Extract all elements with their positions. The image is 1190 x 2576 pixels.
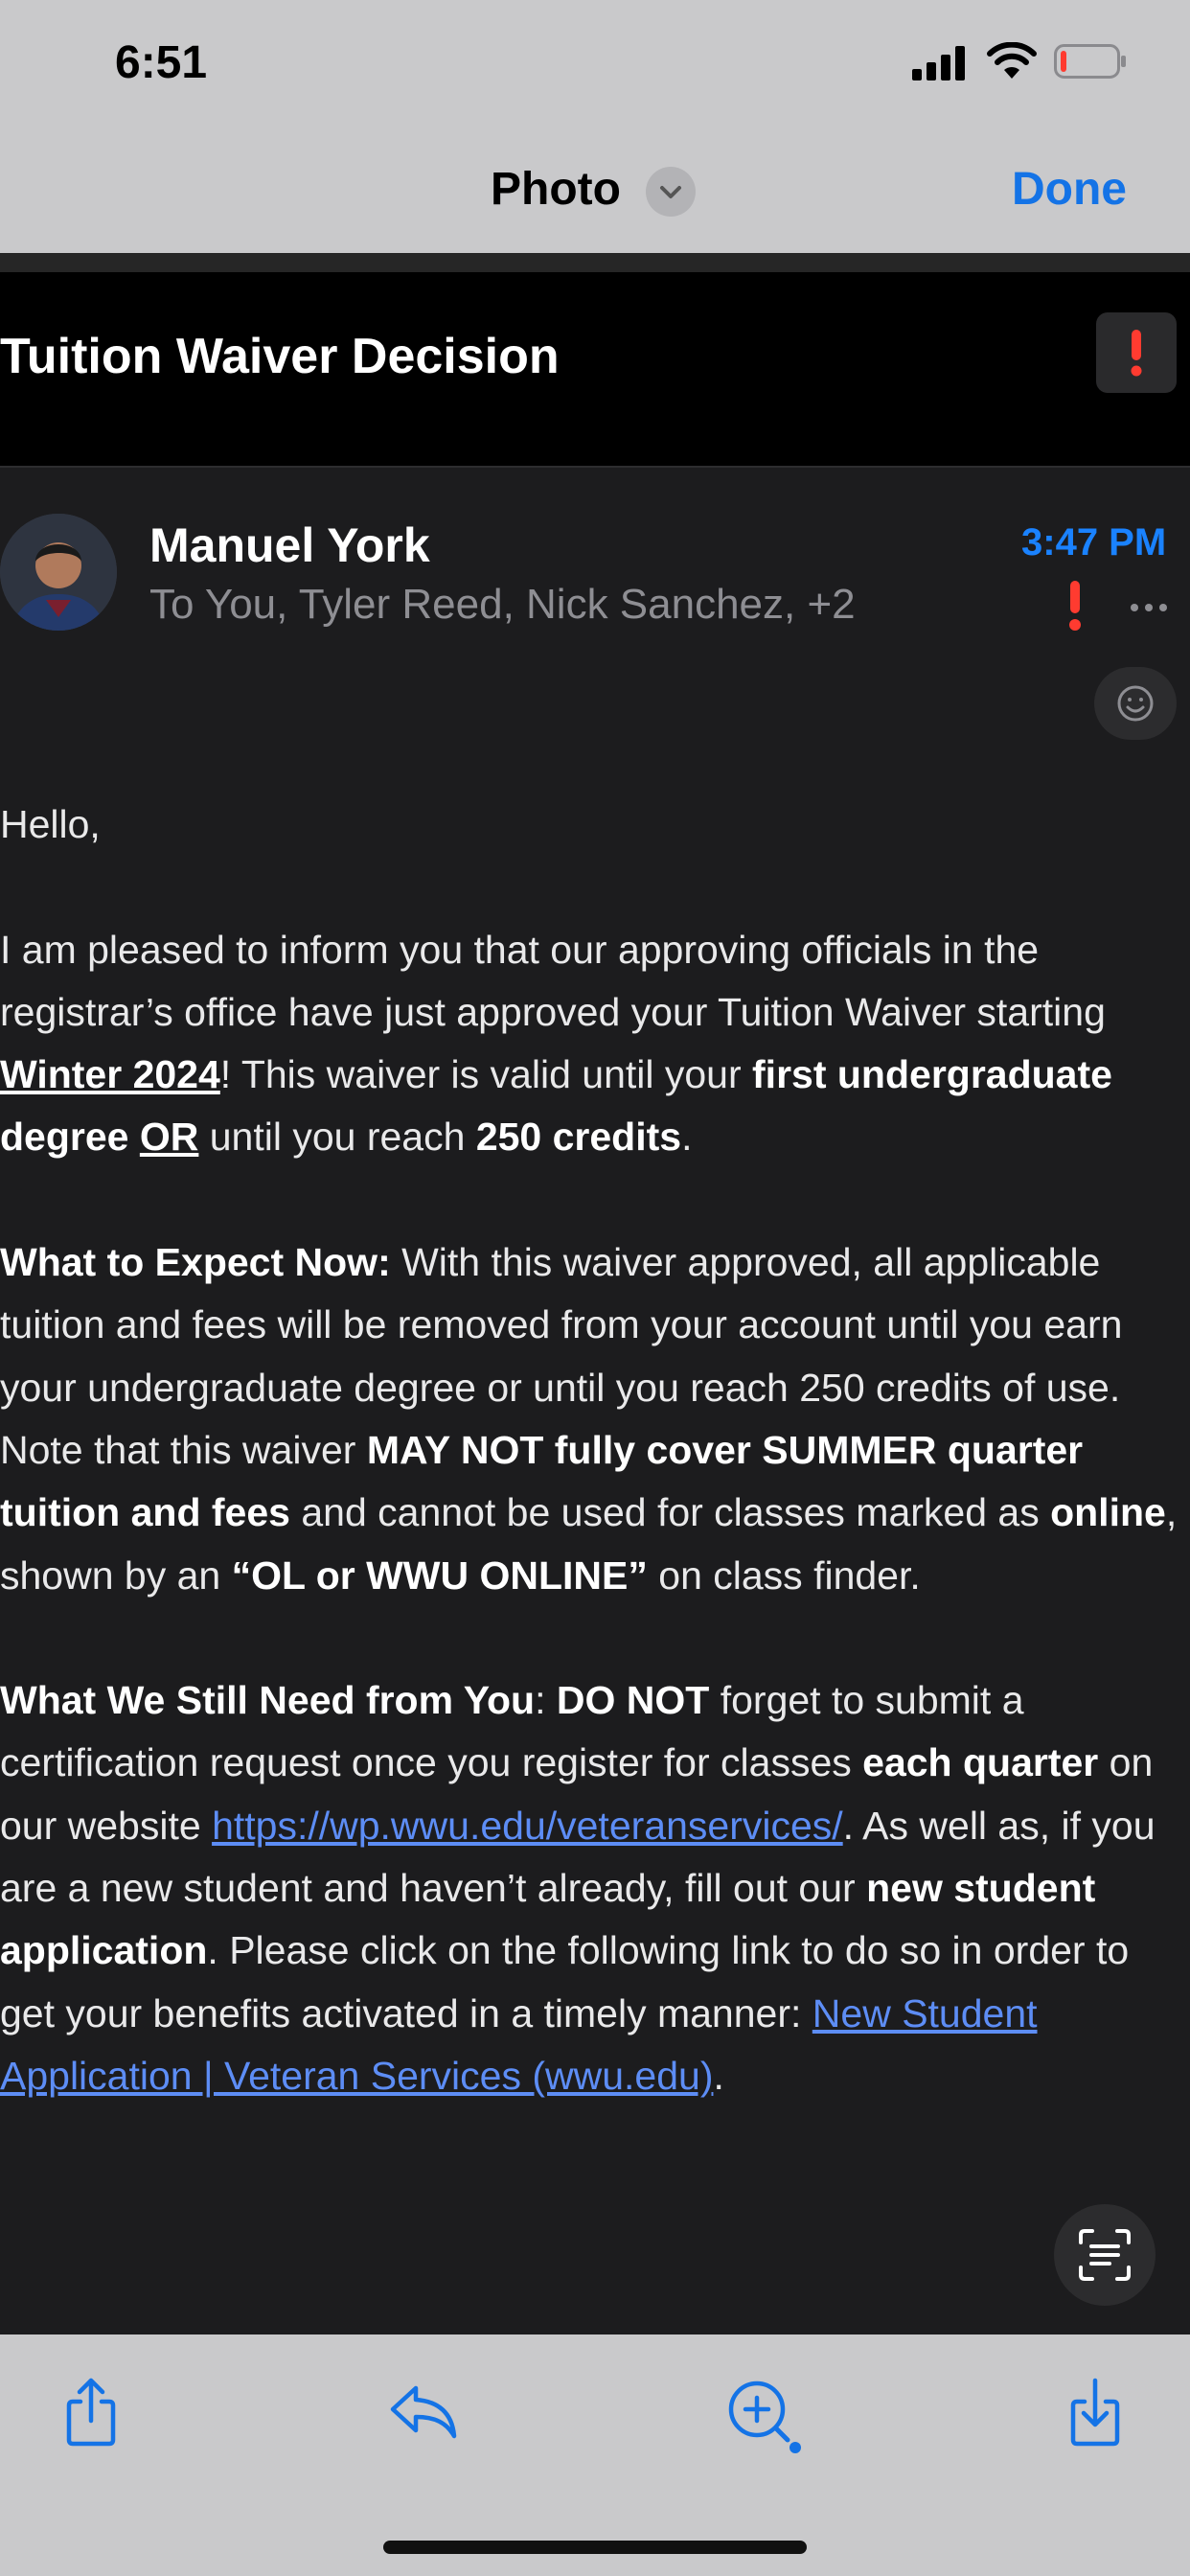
credits-text: 250 credits	[475, 1115, 682, 1160]
exclamation-icon	[1062, 579, 1088, 632]
each-quarter-text: each quarter	[862, 1740, 1099, 1785]
exclamation-icon	[1131, 330, 1142, 377]
more-icon	[1129, 602, 1169, 613]
text-span: :	[535, 1678, 557, 1723]
text-span	[128, 1115, 139, 1159]
reaction-button	[1094, 667, 1177, 740]
photo-top-edge	[0, 253, 1190, 272]
text-span: ! This waiver is valid until your	[219, 1052, 753, 1097]
smiley-icon	[1117, 685, 1154, 722]
text-span: .	[681, 1115, 693, 1160]
paragraph-expect: What to Expect Now: With this waiver app…	[0, 1231, 1188, 1607]
online-text: online	[1050, 1490, 1166, 1535]
wifi-icon	[987, 42, 1037, 80]
nav-title[interactable]: Photo	[491, 163, 621, 216]
reply-icon[interactable]	[385, 2373, 462, 2450]
do-not-text: DO NOT	[556, 1678, 710, 1723]
veteran-services-link: https://wp.wwu.edu/veteranservices/	[212, 1803, 843, 1848]
done-button[interactable]: Done	[1012, 163, 1127, 216]
download-icon[interactable]	[1058, 2373, 1134, 2450]
nav-bar: Photo Done	[0, 134, 1190, 253]
term-winter-2024: Winter 2024	[0, 1052, 220, 1097]
greeting: Hello,	[0, 802, 101, 846]
heading-needs: What We Still Need from You	[0, 1678, 536, 1723]
email-subject: Tuition Waiver Decision	[0, 329, 560, 384]
heading-expect: What to Expect Now:	[0, 1240, 391, 1285]
zoom-in-icon[interactable]	[721, 2373, 801, 2453]
recipients: To You, Tyler Reed, Nick Sanchez, +2	[149, 581, 856, 628]
sender-name: Manuel York	[149, 518, 430, 572]
email-message: Manuel York To You, Tyler Reed, Nick San…	[0, 466, 1190, 2336]
cellular-signal-icon	[912, 46, 966, 80]
priority-flag-button	[1096, 312, 1177, 393]
text-span: and cannot be used for classes marked as	[289, 1490, 1051, 1535]
share-icon[interactable]	[54, 2373, 130, 2450]
text-span: .	[713, 2053, 724, 2098]
home-indicator[interactable]	[383, 2541, 807, 2554]
battery-low-icon	[1054, 44, 1127, 79]
paragraph-needs: What We Still Need from You: DO NOT forg…	[0, 1669, 1188, 2107]
or-text: OR	[139, 1115, 199, 1160]
live-text-icon	[1079, 2229, 1131, 2281]
subject-header: Tuition Waiver Decision	[0, 272, 1190, 466]
status-time: 6:51	[115, 37, 208, 88]
text-span: until you reach	[198, 1115, 476, 1160]
live-text-button[interactable]	[1054, 2204, 1156, 2306]
avatar	[0, 514, 117, 631]
text-span: I am pleased to inform you that our appr…	[0, 927, 1106, 1034]
chevron-down-icon[interactable]	[646, 167, 696, 217]
paragraph-approval: I am pleased to inform you that our appr…	[0, 919, 1188, 1169]
status-bar: 6:51	[0, 0, 1190, 134]
text-span: on class finder.	[647, 1552, 921, 1598]
email-body: Hello, I am pleased to inform you that o…	[0, 794, 1188, 2107]
sent-time: 3:47 PM	[1021, 521, 1167, 564]
ol-label: “OL or WWU ONLINE”	[231, 1552, 648, 1598]
